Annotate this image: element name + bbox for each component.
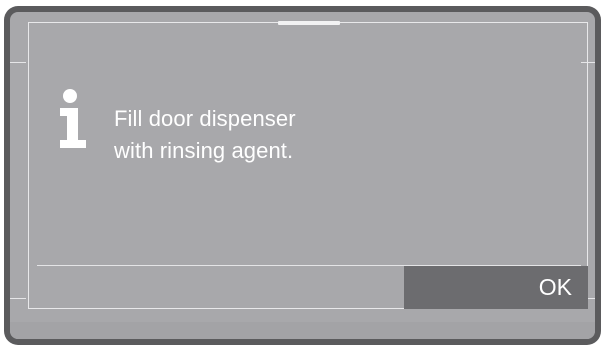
ok-button-label: OK	[538, 274, 572, 300]
info-icon	[60, 89, 86, 148]
message-line-2: with rinsing agent.	[114, 138, 294, 163]
bottom-strip	[10, 322, 595, 339]
device-frame: Fill door dispenser with rinsing agent. …	[0, 0, 605, 349]
left-rule-top	[10, 62, 26, 63]
left-rule-bottom	[10, 298, 26, 299]
scroll-indicator	[278, 21, 340, 25]
ok-button[interactable]: OK	[404, 266, 588, 309]
dialog-message: Fill door dispenser with rinsing agent.	[114, 103, 296, 167]
message-line-1: Fill door dispenser	[114, 106, 296, 131]
